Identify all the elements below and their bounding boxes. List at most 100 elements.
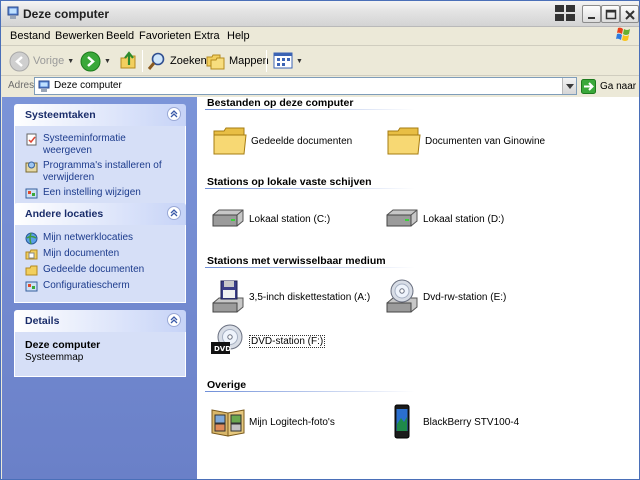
network-places-icon <box>25 232 38 245</box>
item-label: 3,5-inch diskettestation (A:) <box>249 291 371 303</box>
place-my-documents[interactable]: Mijn documenten <box>25 248 177 261</box>
toolbar-separator <box>142 50 143 72</box>
minimize-icon <box>588 17 595 19</box>
item-drive-e[interactable]: Dvd-rw-station (E:) <box>383 279 506 315</box>
back-button[interactable]: Vorige ▼ <box>9 50 74 72</box>
item-drive-a[interactable]: 3,5-inch diskettestation (A:) <box>209 279 370 315</box>
collapse-button[interactable] <box>167 107 181 121</box>
forward-dropdown-icon[interactable]: ▼ <box>104 58 111 65</box>
my-computer-icon <box>38 80 50 92</box>
place-shared-documents[interactable]: Gedeelde documenten <box>25 264 177 277</box>
task-pane: Systeemtaken Systeeminformatie weergeven… <box>2 97 197 479</box>
group-divider <box>205 109 415 110</box>
search-button[interactable]: Zoeken <box>147 50 207 72</box>
folder-icon <box>387 127 421 155</box>
group-divider <box>205 267 415 268</box>
other-places-body: Mijn netwerklocaties Mijn documenten Ged… <box>14 225 186 303</box>
details-header[interactable]: Details <box>14 310 186 332</box>
other-places-title: Andere locaties <box>25 208 104 220</box>
folder-up-icon <box>120 51 136 69</box>
back-arrow-icon <box>9 51 30 71</box>
search-label: Zoeken <box>170 55 207 67</box>
place-label: Mijn netwerklocaties <box>43 232 134 243</box>
views-dropdown-icon[interactable]: ▼ <box>296 58 303 65</box>
maximize-icon <box>605 9 617 20</box>
address-input[interactable]: Deze computer <box>34 77 577 95</box>
shared-documents-icon <box>25 265 38 276</box>
task-change-setting[interactable]: Een instelling wijzigen <box>25 187 177 200</box>
windows-logo-icon <box>616 27 630 41</box>
content-pane: Bestanden op deze computer Gedeelde docu… <box>197 97 639 479</box>
menu-favorieten[interactable]: Favorieten <box>139 30 191 42</box>
group-divider <box>205 391 415 392</box>
task-label: Systeeminformatie weergeven <box>43 133 126 156</box>
svg-text:DVD: DVD <box>214 345 231 353</box>
chevron-up-icon <box>170 110 178 118</box>
folders-button[interactable]: Mappen <box>206 50 269 72</box>
address-value: Deze computer <box>54 80 122 91</box>
collapse-button[interactable] <box>167 313 181 327</box>
group-title: Stations met verwisselbaar medium <box>207 255 386 267</box>
close-icon <box>625 10 635 20</box>
hard-drive-icon <box>212 209 244 227</box>
other-places-header[interactable]: Andere locaties <box>14 203 186 225</box>
task-add-remove-programs[interactable]: Programma's installeren of verwijderen <box>25 160 177 184</box>
address-label: Adres <box>8 80 35 91</box>
folders-label: Mappen <box>229 55 269 67</box>
up-button[interactable] <box>119 50 139 72</box>
go-button[interactable]: Ga naar <box>581 78 636 94</box>
forward-button[interactable]: ▼ <box>80 50 111 72</box>
system-tasks-header[interactable]: Systeemtaken <box>14 104 186 126</box>
item-shared-documents[interactable]: Gedeelde documenten <box>211 123 352 159</box>
other-places-panel: Andere locaties Mijn netwerklocaties Mij… <box>14 203 186 303</box>
item-logitech-photos[interactable]: Mijn Logitech-foto's <box>209 404 335 440</box>
go-arrow-icon <box>581 78 596 94</box>
folders-icon <box>206 54 225 70</box>
collapse-button[interactable] <box>167 206 181 220</box>
chevron-up-icon <box>170 316 178 324</box>
control-panel-icon <box>25 188 38 199</box>
item-ginowine-documents[interactable]: Documenten van Ginowine <box>385 123 545 159</box>
title-bar[interactable]: Deze computer <box>1 1 639 27</box>
folder-icon <box>213 127 247 155</box>
views-icon <box>273 52 293 69</box>
go-label: Ga naar <box>600 80 637 92</box>
item-label: Mijn Logitech-foto's <box>249 416 335 428</box>
menu-bewerken[interactable]: Bewerken <box>55 30 104 42</box>
explorer-window: Deze computer Bestand Bewerken Beeld Fav… <box>0 0 640 480</box>
menu-beeld[interactable]: Beeld <box>106 30 134 42</box>
back-label: Vorige <box>33 55 65 67</box>
minimize-button[interactable] <box>582 5 601 23</box>
place-network[interactable]: Mijn netwerklocaties <box>25 232 177 245</box>
item-drive-f[interactable]: DVD DVD-station (F:) <box>209 323 326 359</box>
close-button[interactable] <box>620 5 639 23</box>
item-label: Documenten van Ginowine <box>425 135 546 147</box>
menu-help[interactable]: Help <box>227 30 250 42</box>
item-label: BlackBerry STV100-4 <box>423 416 520 428</box>
item-blackberry[interactable]: BlackBerry STV100-4 <box>383 404 519 440</box>
item-label: Lokaal station (D:) <box>423 213 505 225</box>
network-status-icon[interactable] <box>554 4 576 24</box>
item-drive-d[interactable]: Lokaal station (D:) <box>383 201 504 237</box>
system-info-icon <box>26 133 37 146</box>
menu-bar: Bestand Bewerken Beeld Favorieten Extra … <box>1 27 639 46</box>
details-name: Deze computer <box>25 339 101 351</box>
floppy-drive-icon <box>212 280 244 313</box>
my-documents-icon <box>25 249 38 260</box>
menu-extra[interactable]: Extra <box>194 30 220 42</box>
task-system-info[interactable]: Systeeminformatie weergeven <box>25 133 177 157</box>
system-tasks-panel: Systeemtaken Systeeminformatie weergeven… <box>14 104 186 210</box>
back-dropdown-icon[interactable]: ▼ <box>67 58 74 65</box>
item-drive-c[interactable]: Lokaal station (C:) <box>209 201 330 237</box>
forward-arrow-icon <box>80 51 101 71</box>
menu-bestand[interactable]: Bestand <box>10 30 50 42</box>
place-control-panel[interactable]: Configuratiescherm <box>25 280 177 293</box>
toolbar-separator <box>266 50 267 72</box>
item-label: Dvd-rw-station (E:) <box>423 291 507 303</box>
chevron-up-icon <box>170 209 178 217</box>
address-dropdown-button[interactable] <box>562 78 576 94</box>
views-button[interactable]: ▼ <box>273 50 303 72</box>
maximize-button[interactable] <box>601 5 620 23</box>
add-remove-programs-icon <box>25 161 38 173</box>
system-tasks-title: Systeemtaken <box>25 109 96 121</box>
